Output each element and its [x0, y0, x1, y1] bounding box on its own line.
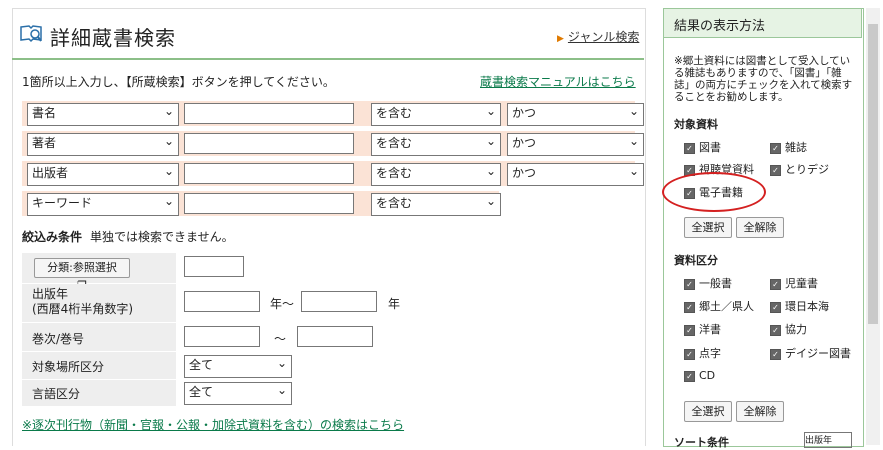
- language-select[interactable]: 全て ⌄: [184, 382, 292, 405]
- material-category-label: 資料区分: [674, 254, 718, 267]
- result-options-title: 結果の表示方法: [674, 19, 766, 34]
- year-from-input[interactable]: [184, 291, 260, 312]
- check-icon: ✓: [770, 301, 781, 313]
- year-to-input[interactable]: [301, 291, 377, 312]
- checkbox-daisy[interactable]: ✓ デイジー図書: [770, 345, 851, 361]
- instruction-text: 1箇所以上入力し、【所蔵検索】ボタンを押してください。: [22, 75, 335, 89]
- category-input[interactable]: [184, 256, 244, 277]
- checkbox-toridigi[interactable]: ✓ とりデジ: [770, 161, 829, 177]
- field-select[interactable]: 書名 ⌄: [27, 103, 179, 126]
- checkbox-japan-sea[interactable]: ✓ 環日本海: [770, 298, 829, 314]
- volume-to-input[interactable]: [297, 326, 373, 347]
- search-input[interactable]: [184, 163, 354, 184]
- local-material-note: ※郷土資料には図書として受入している雑誌もありますので、「図書」「雑誌」の両方に…: [674, 55, 853, 103]
- category-select-button[interactable]: 分類:参照選択 ❐: [34, 258, 130, 292]
- match-select[interactable]: を含む ⌄: [371, 163, 501, 186]
- logic-select[interactable]: かつ ⌄: [507, 163, 644, 186]
- select-all-button-2[interactable]: 全選択: [684, 401, 732, 422]
- highlight-circle: [662, 172, 766, 212]
- check-icon: ✓: [684, 324, 695, 336]
- target-material-label: 対象資料: [674, 118, 718, 131]
- volume-from-input[interactable]: [184, 326, 260, 347]
- location-select[interactable]: 全て ⌄: [184, 355, 292, 378]
- checkbox-books[interactable]: ✓ 図書: [684, 139, 721, 155]
- field-select[interactable]: 出版者 ⌄: [27, 163, 179, 186]
- check-icon: ✓: [770, 164, 781, 176]
- genre-search-link[interactable]: ▶ ジャンル検索: [557, 28, 639, 45]
- check-icon: ✓: [770, 348, 781, 360]
- book-search-icon: [20, 25, 42, 43]
- search-input[interactable]: [184, 193, 354, 214]
- match-select[interactable]: を含む ⌄: [371, 133, 501, 156]
- pub-year-label: 出版年 (西暦4桁半角数字): [32, 287, 133, 316]
- check-icon: ✓: [684, 278, 695, 290]
- field-select[interactable]: 著者 ⌄: [27, 133, 179, 156]
- clear-all-button[interactable]: 全解除: [736, 217, 784, 238]
- language-label: 言語区分: [32, 387, 81, 401]
- checkbox-foreign[interactable]: ✓ 洋書: [684, 321, 721, 337]
- location-label: 対象場所区分: [32, 360, 105, 374]
- year-from-suffix: 年～: [270, 297, 295, 311]
- check-icon: ✓: [770, 142, 781, 154]
- page-title: 詳細蔵書検索: [50, 26, 176, 50]
- tilde: ～: [274, 332, 287, 346]
- triangle-right-icon: ▶: [557, 34, 564, 44]
- checkbox-braille[interactable]: ✓ 点字: [684, 345, 721, 361]
- filter-conditions-label: 絞込み条件 単独では検索できません。: [22, 230, 234, 244]
- checkbox-children[interactable]: ✓ 児童書: [770, 275, 818, 291]
- check-icon: ✓: [770, 324, 781, 336]
- check-icon: ✓: [684, 142, 695, 154]
- title-divider: [12, 58, 644, 60]
- check-icon: ✓: [770, 278, 781, 290]
- year-to-suffix: 年: [388, 297, 401, 311]
- logic-select[interactable]: かつ ⌄: [507, 133, 644, 156]
- search-input[interactable]: [184, 133, 354, 154]
- field-select[interactable]: キーワード ⌄: [27, 193, 179, 216]
- match-select[interactable]: を含む ⌄: [371, 103, 501, 126]
- check-icon: ✓: [684, 301, 695, 313]
- checkbox-general[interactable]: ✓ 一般書: [684, 275, 732, 291]
- logic-select[interactable]: かつ ⌄: [507, 103, 644, 126]
- checkbox-magazines[interactable]: ✓ 雑誌: [770, 139, 807, 155]
- clear-all-button-2[interactable]: 全解除: [736, 401, 784, 422]
- check-icon: ✓: [684, 348, 695, 360]
- volume-label: 巻次/巻号: [32, 332, 85, 346]
- checkbox-cooperation[interactable]: ✓ 協力: [770, 321, 807, 337]
- sort-select[interactable]: 出版年: [804, 432, 852, 448]
- match-select[interactable]: を含む ⌄: [371, 193, 501, 216]
- search-input[interactable]: [184, 103, 354, 124]
- checkbox-cd[interactable]: ✓ CD: [684, 369, 715, 382]
- manual-link[interactable]: 蔵書検索マニュアルはこちら: [480, 73, 636, 90]
- scrollbar-thumb[interactable]: [868, 24, 878, 324]
- select-all-button[interactable]: 全選択: [684, 217, 732, 238]
- check-icon: ✓: [684, 370, 695, 382]
- checkbox-local[interactable]: ✓ 郷土／県人: [684, 298, 754, 314]
- sort-condition-label: ソート条件: [674, 436, 729, 449]
- serial-search-link[interactable]: ※逐次刊行物（新聞・官報・公報・加除式資料を含む）の検索はこちら: [22, 416, 404, 433]
